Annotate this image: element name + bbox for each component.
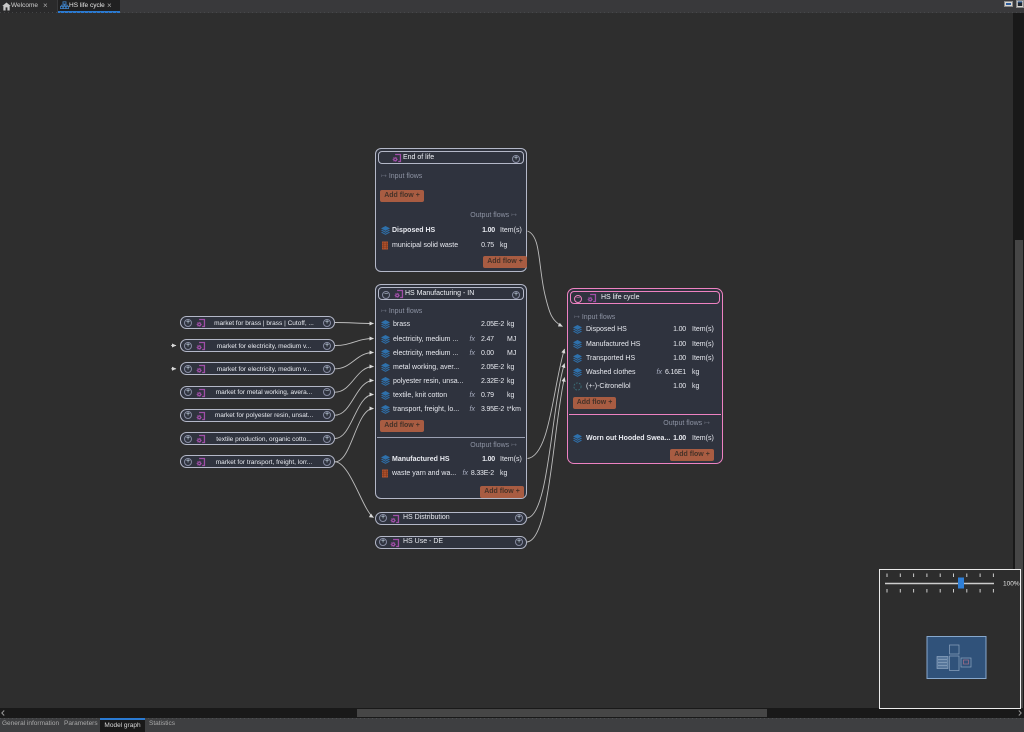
svg-text:100%: 100% <box>1003 580 1020 587</box>
